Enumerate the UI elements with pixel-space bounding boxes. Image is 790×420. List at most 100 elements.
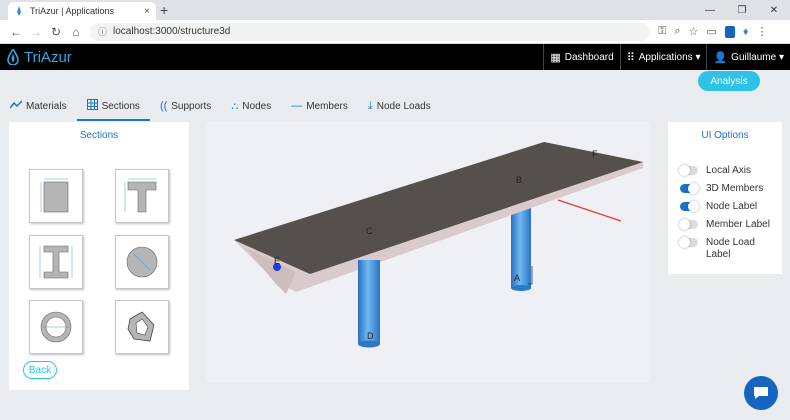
tab-materials[interactable]: Materials — [0, 94, 77, 121]
ring-section-button[interactable] — [29, 300, 83, 354]
app-header: TriAzur ▦ Dashboard ⠿ Applications ▾ 👤 G… — [0, 44, 790, 70]
nav-dashboard[interactable]: ▦ Dashboard — [543, 44, 619, 70]
back-button[interactable]: Back — [23, 361, 57, 379]
t-section-icon — [124, 178, 157, 213]
sections-panel: Sections Back — [9, 122, 189, 390]
window-controls: — ❐ ✕ — [694, 0, 790, 20]
member-label-label: Member Label — [706, 219, 770, 230]
forward-arrow-icon[interactable]: → — [26, 25, 46, 39]
node-label-b: B — [516, 175, 522, 185]
brand-name: TriAzur — [24, 48, 72, 66]
dashboard-icon: ▦ — [550, 51, 561, 64]
chat-widget-button[interactable] — [744, 376, 778, 410]
tab-close-icon[interactable]: × — [144, 6, 150, 17]
close-window-button[interactable]: ✕ — [758, 0, 790, 20]
node-label-toggle[interactable] — [680, 201, 699, 212]
sub-navigation: Analysis Materials Sections (( Supports … — [0, 70, 790, 122]
polygon-section-icon — [127, 311, 155, 342]
node-label-a: A — [514, 273, 520, 283]
local-axis-label: Local Axis — [706, 165, 752, 176]
zoom-icon[interactable]: ⌕ — [674, 25, 680, 38]
structure-3d-viewport[interactable]: A B C D E F — [206, 122, 650, 382]
home-icon[interactable]: ⌂ — [66, 25, 86, 39]
browser-tab[interactable]: TriAzur | Applications × — [8, 2, 156, 20]
tab-materials-label: Materials — [26, 100, 67, 112]
local-axis-line — [557, 199, 622, 222]
member-label-toggle[interactable] — [679, 219, 698, 230]
rectangle-section-icon — [40, 178, 69, 213]
nodes-icon: ∴ — [231, 100, 239, 113]
new-tab-button[interactable]: + — [160, 2, 168, 18]
option-node-label[interactable]: Node Label — [680, 201, 757, 213]
node-label-e: E — [274, 256, 280, 266]
url-text: localhost:3000/structure3d — [113, 26, 231, 37]
i-section-icon — [39, 245, 73, 279]
option-member-label[interactable]: Member Label — [679, 219, 770, 231]
ui-options-title: UI Options — [701, 130, 749, 141]
option-local-axis[interactable]: Local Axis — [679, 165, 752, 177]
t-section-button[interactable] — [115, 169, 169, 223]
node-load-icon: ⤓ — [367, 99, 373, 112]
node-load-label-toggle[interactable] — [679, 237, 698, 248]
bookmark-star-icon[interactable]: ☆ — [689, 25, 699, 38]
node-label-label: Node Label — [706, 201, 758, 212]
polygon-section-button[interactable] — [115, 300, 169, 354]
tab-sections-label: Sections — [101, 100, 140, 112]
back-arrow-icon[interactable]: ← — [6, 25, 26, 39]
restore-button[interactable]: ❐ — [726, 0, 758, 20]
tab-nodes[interactable]: ∴ Nodes — [221, 94, 281, 121]
ui-options-panel: UI Options Local Axis 3D Members Node La… — [668, 122, 782, 274]
node-label-d: D — [367, 331, 374, 341]
tab-members[interactable]: — Members — [281, 94, 358, 121]
user-icon: 👤 — [713, 51, 728, 64]
i-section-button[interactable] — [29, 235, 83, 289]
module-tabs: Materials Sections (( Supports ∴ Nodes —… — [0, 94, 441, 121]
brand-logo[interactable]: TriAzur — [6, 49, 72, 66]
option-node-load-label[interactable]: Node Load Label — [679, 237, 770, 261]
apps-grid-icon: ⠿ — [626, 51, 635, 64]
browser-tab-title: TriAzur | Applications — [30, 6, 115, 16]
rectangle-section-button[interactable] — [29, 169, 83, 223]
site-info-icon[interactable]: ⓘ — [98, 25, 107, 38]
tab-members-label: Members — [306, 100, 348, 112]
tab-nodes-label: Nodes — [242, 100, 272, 112]
3d-members-label: 3D Members — [706, 183, 764, 194]
browser-toolbar-icons: ⚿ ⌕ ☆ ▭ ♦ ⋮ — [658, 25, 767, 38]
chat-bubble-icon — [754, 387, 768, 399]
nav-user-label: Guillaume ▾ — [731, 51, 784, 63]
tab-node-loads-label: Node Loads — [376, 100, 431, 112]
tab-sections[interactable]: Sections — [76, 94, 150, 121]
column-right-base — [511, 285, 531, 291]
analysis-button[interactable]: Analysis — [698, 71, 760, 91]
extension-icon[interactable] — [724, 25, 735, 38]
reload-icon[interactable]: ↻ — [46, 25, 66, 39]
members-icon: — — [291, 100, 303, 112]
key-icon[interactable]: ⚿ — [658, 25, 666, 38]
cast-icon[interactable]: ▭ — [706, 25, 716, 38]
node-label-f: F — [592, 149, 598, 159]
circle-section-icon — [126, 246, 158, 278]
nav-user[interactable]: 👤 Guillaume ▾ — [706, 44, 790, 70]
triazur-extension-icon[interactable]: ♦ — [743, 26, 749, 38]
circle-section-button[interactable] — [115, 235, 169, 289]
local-axis-toggle[interactable] — [679, 165, 698, 176]
column-left-base — [358, 340, 380, 348]
nav-applications-label: Applications ▾ — [638, 51, 701, 63]
nav-applications[interactable]: ⠿ Applications ▾ — [619, 44, 707, 70]
browser-tab-bar: TriAzur | Applications × + — ❐ ✕ — [0, 0, 790, 20]
chart-line-icon — [9, 100, 23, 112]
node-load-label-label: Node Load Label — [706, 237, 755, 260]
tab-node-loads[interactable]: ⤓ Node Loads — [358, 94, 441, 121]
option-3d-members[interactable]: 3D Members — [680, 183, 763, 195]
triazur-favicon-icon — [14, 6, 24, 16]
structure-3d-scene[interactable]: A B C D E F — [206, 122, 650, 382]
node-label-c: C — [366, 226, 373, 236]
browser-menu-icon[interactable]: ⋮ — [756, 25, 767, 38]
triazur-logo-icon — [7, 49, 19, 65]
tab-supports[interactable]: (( Supports — [150, 94, 221, 121]
minimize-button[interactable]: — — [694, 0, 726, 20]
ring-section-icon — [40, 311, 72, 343]
url-field[interactable]: ⓘ localhost:3000/structure3d — [90, 22, 650, 41]
tab-supports-label: Supports — [171, 100, 212, 112]
3d-members-toggle[interactable] — [680, 183, 699, 194]
